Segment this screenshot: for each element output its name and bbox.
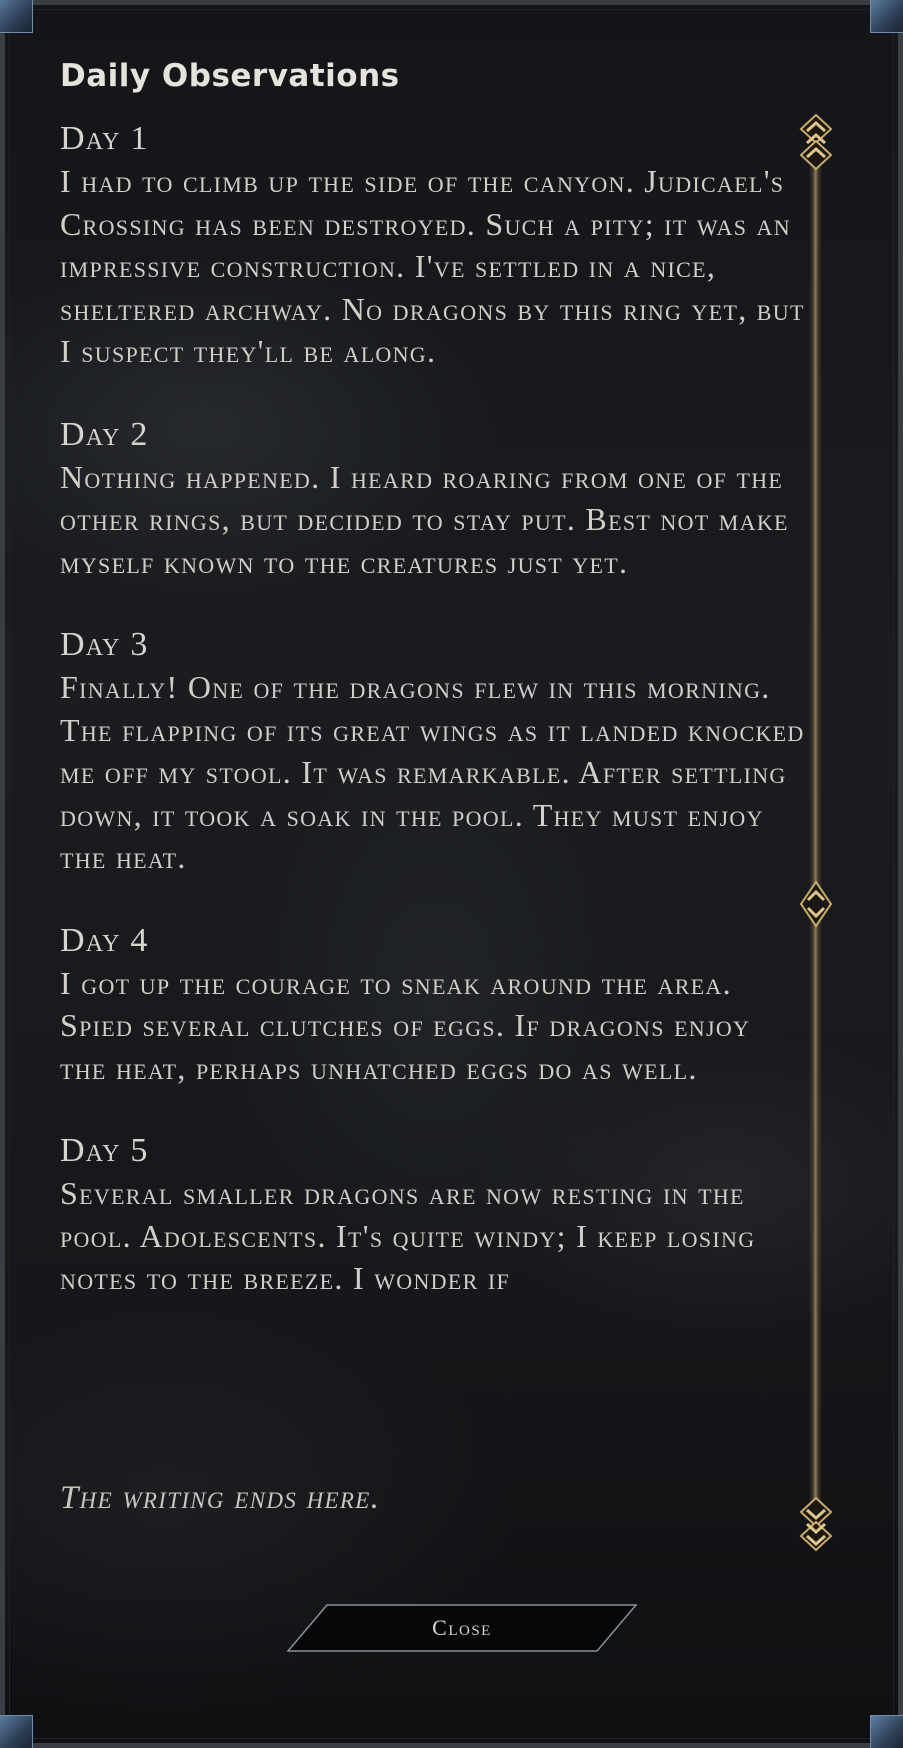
entry-text: Finally! One of the dragons flew in this… xyxy=(60,669,805,875)
double-chevron-down-icon xyxy=(799,1496,833,1552)
close-button-label: Close xyxy=(432,1615,492,1640)
writing-ends-note: The writing ends here. xyxy=(60,1480,381,1516)
frame-corner-ornament xyxy=(870,1715,903,1748)
scroll-down-button[interactable] xyxy=(798,1492,834,1554)
frame-corner-ornament xyxy=(0,1715,33,1748)
journal-entry: Day 3 Finally! One of the dragons flew i… xyxy=(60,624,805,879)
entry-text: I had to climb up the side of the canyon… xyxy=(60,163,805,369)
journal-entry: Day 2 Nothing happened. I heard roaring … xyxy=(60,414,805,584)
entry-day-label: Day 4 xyxy=(60,921,149,959)
journal-content: Day 1 I had to climb up the side of the … xyxy=(60,118,805,1341)
entry-day-label: Day 5 xyxy=(60,1132,149,1169)
close-button[interactable]: Close xyxy=(287,1604,637,1652)
journal-entry: Day 1 I had to climb up the side of the … xyxy=(60,118,805,373)
entry-text: I got up the courage to sneak around the… xyxy=(60,964,751,1086)
entry-text: Nothing happened. I heard roaring from o… xyxy=(60,458,789,580)
scrollbar-track[interactable] xyxy=(812,150,819,1540)
journal-entry: Day 4 I got up the courage to sneak arou… xyxy=(60,920,805,1090)
entry-text: Several smaller dragons are now resting … xyxy=(60,1175,756,1296)
frame-corner-ornament xyxy=(870,0,903,33)
panel-title: Daily Observations xyxy=(60,58,400,94)
entry-day-label: Day 2 xyxy=(60,415,149,453)
double-chevron-up-icon xyxy=(799,113,833,171)
scroll-thumb-icon xyxy=(799,880,833,928)
journal-entry: Day 5 Several smaller dragons are now re… xyxy=(60,1130,805,1300)
frame-corner-ornament xyxy=(0,0,33,33)
entry-day-label: Day 1 xyxy=(60,120,149,157)
scroll-up-button[interactable] xyxy=(798,113,834,175)
scroll-thumb[interactable] xyxy=(799,880,833,928)
entry-day-label: Day 3 xyxy=(60,626,149,663)
